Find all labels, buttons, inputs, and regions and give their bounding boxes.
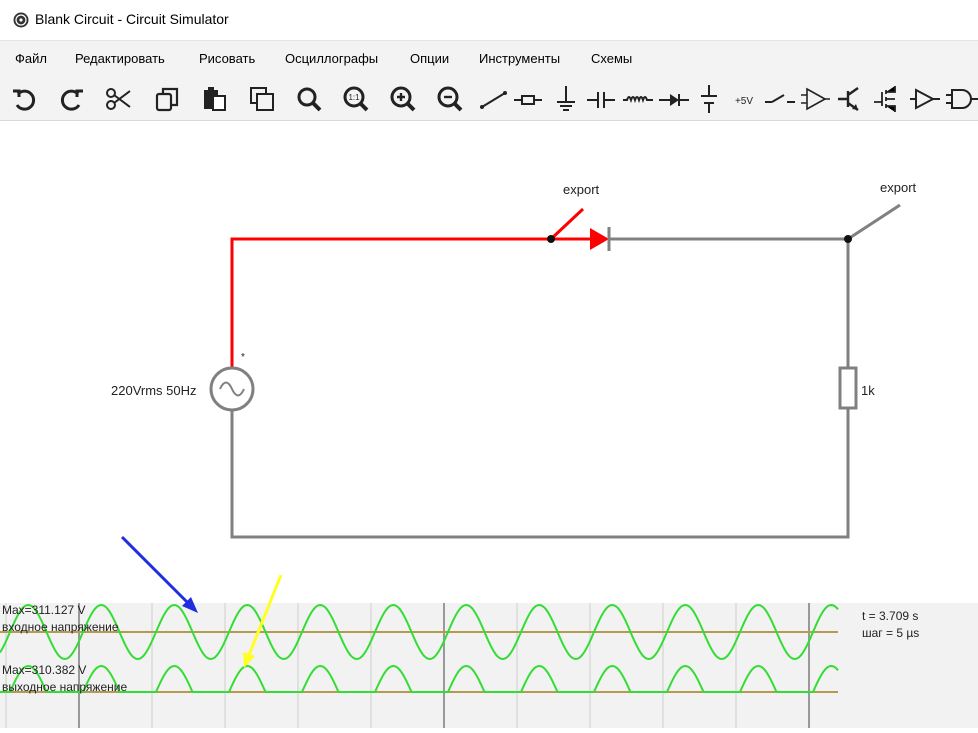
and-gate-icon [946,89,978,109]
menu-edit[interactable]: Редактировать [75,51,165,66]
resistor[interactable] [838,366,858,410]
inductor-icon [623,96,653,104]
export-label-1: export [563,182,600,197]
menu-draw[interactable]: Рисовать [199,51,255,66]
idle-wire[interactable] [609,237,850,368]
output-name-label: выходное напряжение [2,680,128,694]
resistor-label: 1k [861,383,875,398]
capacitor-button[interactable] [584,82,618,116]
transistor-button[interactable] [834,82,868,116]
scope-plot [0,603,839,728]
menu-options[interactable]: Опции [410,51,449,66]
paste-button[interactable] [197,82,231,116]
export-probe-2[interactable] [847,203,901,241]
zoom-out-icon [437,86,463,112]
resistor-icon [514,95,542,105]
zoom-fit-button[interactable] [292,82,326,116]
mosfet-button[interactable] [871,82,905,116]
diode[interactable] [590,228,609,250]
buffer-icon [910,88,940,110]
copy-button[interactable] [150,82,184,116]
zoom-out-button[interactable] [433,82,467,116]
export-label-2: export [880,180,917,195]
diode-button[interactable] [657,82,691,116]
voltage-source-button[interactable] [692,82,726,116]
export-probe-1[interactable] [549,207,585,241]
input-max-label: Max=311.127 V [2,603,86,617]
switch-button[interactable] [763,82,797,116]
buffer-button[interactable] [908,82,942,116]
zoom-100-button[interactable]: 1:1 [339,82,373,116]
time-label: t = 3.709 s [862,609,919,623]
source-label: 220Vrms 50Hz [111,383,197,398]
transistor-icon [838,87,859,111]
capacitor-icon [587,92,615,108]
redo-button[interactable] [54,82,88,116]
rail-label: +5V [735,96,753,107]
undo-icon [13,89,36,111]
duplicate-icon [250,87,274,111]
zoom-100-icon: 1:1 [343,86,369,112]
wire-icon [480,91,507,109]
window-title: Blank Circuit - Circuit Simulator [35,11,229,27]
circuit-app-icon [13,12,29,28]
node-dot-1 [547,235,555,243]
rail-button[interactable]: +5V [727,82,761,116]
resistor-button[interactable] [511,82,545,116]
cut-icon [106,88,131,110]
wire-button[interactable] [477,82,511,116]
inductor-button[interactable] [621,82,655,116]
toolbar: 1:1 +5V [0,76,978,121]
menu-circuits[interactable]: Схемы [591,51,632,66]
return-wire[interactable] [230,408,850,539]
duplicate-button[interactable] [245,82,279,116]
step-label: шаг = 5 µs [862,626,920,640]
diode-icon [659,94,689,106]
menu-tools[interactable]: Инструменты [479,51,560,66]
zoom-in-icon [390,86,416,112]
zoom-fit-icon [297,87,322,112]
node-dot-2 [844,235,852,243]
ground-icon [557,86,575,111]
input-name-label: входное напряжение [2,620,119,634]
circuit-canvas[interactable]: 220Vrms 50Hz * 1k export export [0,121,978,603]
opamp-icon [801,87,830,111]
voltage-source-icon [701,85,717,113]
menu-bar: Файл Редактировать Рисовать Осциллографы… [0,40,978,77]
undo-button[interactable] [8,82,42,116]
circuit-drawing [209,203,901,539]
copy-icon [155,87,179,112]
active-wire[interactable] [230,237,598,368]
and-gate-button[interactable] [944,82,978,116]
menu-file[interactable]: Файл [15,51,47,66]
paste-icon [204,87,226,111]
cut-button[interactable] [102,82,136,116]
title-bar: Blank Circuit - Circuit Simulator [0,0,978,40]
scope-panel[interactable]: Max=311.127 V входное напряжение Max=310… [0,603,978,728]
zoom-100-label: 1:1 [348,93,360,102]
redo-icon [60,89,83,111]
opamp-button[interactable] [798,82,832,116]
rail-icon: +5V [735,96,753,107]
menu-scopes[interactable]: Осциллографы [285,51,378,66]
source-marker: * [241,352,245,363]
mosfet-icon [874,86,896,112]
switch-icon [765,94,795,103]
ground-button[interactable] [549,82,583,116]
output-max-label: Max=310.382 V [2,663,87,677]
zoom-in-button[interactable] [386,82,420,116]
